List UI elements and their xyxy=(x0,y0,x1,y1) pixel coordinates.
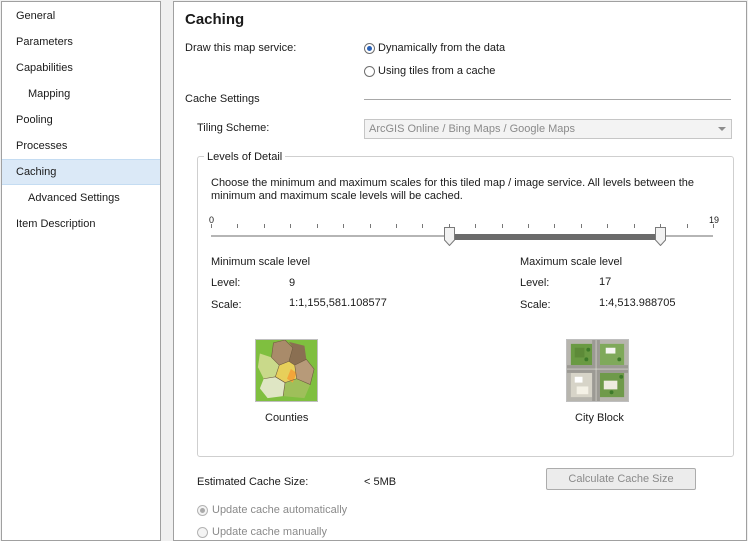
radio-dynamic-label[interactable]: Dynamically from the data xyxy=(378,42,505,54)
max-level-value: 17 xyxy=(599,276,612,288)
sidebar-item-processes[interactable]: Processes xyxy=(2,133,160,159)
radio-update-manually[interactable] xyxy=(197,527,208,538)
cache-size-label: Estimated Cache Size: xyxy=(197,476,309,488)
tiling-scheme-select[interactable]: ArcGIS Online / Bing Maps / Google Maps xyxy=(364,119,732,139)
page-title: Caching xyxy=(185,11,245,28)
slider-tick xyxy=(422,224,423,228)
radio-tiles-label[interactable]: Using tiles from a cache xyxy=(378,65,495,77)
radio-update-automatically-label[interactable]: Update cache automatically xyxy=(212,504,347,516)
sidebar-item-advanced-settings[interactable]: Advanced Settings xyxy=(2,185,160,211)
sidebar-item-capabilities[interactable]: Capabilities xyxy=(2,55,160,81)
min-level-label: Level: xyxy=(211,277,241,289)
sidebar-item-mapping[interactable]: Mapping xyxy=(2,81,160,107)
sidebar-nav: General Parameters Capabilities Mapping … xyxy=(1,1,161,541)
radio-update-automatically[interactable] xyxy=(197,505,208,516)
sidebar-item-caching[interactable]: Caching xyxy=(2,159,160,185)
slider-tick xyxy=(343,224,344,228)
slider-tick xyxy=(290,224,291,228)
sidebar-item-parameters[interactable]: Parameters xyxy=(2,29,160,55)
draw-service-label: Draw this map service: xyxy=(185,42,297,54)
min-scale-label: Scale: xyxy=(211,299,242,311)
levels-of-detail-title: Levels of Detail xyxy=(204,151,286,163)
max-level-label: Level: xyxy=(520,277,550,289)
max-level-thumb[interactable] xyxy=(655,227,666,246)
lod-description: Choose the minimum and maximum scales fo… xyxy=(211,177,694,202)
min-level-thumb[interactable] xyxy=(444,227,455,246)
slider-tick xyxy=(396,224,397,228)
city-block-map-preview xyxy=(566,339,629,402)
min-scale-heading: Minimum scale level xyxy=(211,256,311,268)
max-scale-label: Scale: xyxy=(520,299,551,311)
slider-tick xyxy=(211,224,212,228)
slider-tick xyxy=(237,224,238,228)
cache-size-value: < 5MB xyxy=(364,476,397,488)
city-block-caption: City Block xyxy=(575,412,624,424)
radio-dynamic[interactable] xyxy=(364,43,375,54)
divider xyxy=(364,99,731,100)
sidebar-item-pooling[interactable]: Pooling xyxy=(2,107,160,133)
radio-tiles[interactable] xyxy=(364,66,375,77)
counties-map-preview xyxy=(255,339,318,402)
counties-caption: Counties xyxy=(265,412,309,424)
max-scale-heading: Maximum scale level xyxy=(520,256,623,268)
slider-tick xyxy=(687,224,688,228)
slider-max-label: 19 xyxy=(709,215,720,225)
min-level-value: 9 xyxy=(289,277,296,289)
slider-tick xyxy=(713,224,714,228)
slider-tick xyxy=(607,224,608,228)
sidebar-item-general[interactable]: General xyxy=(2,3,160,29)
tiling-scheme-label: Tiling Scheme: xyxy=(197,122,270,134)
slider-tick xyxy=(317,224,318,228)
calculate-cache-size-button[interactable]: Calculate Cache Size xyxy=(546,468,696,490)
cache-settings-heading: Cache Settings xyxy=(185,93,260,105)
sidebar-item-item-description[interactable]: Item Description xyxy=(2,211,160,237)
slider-tick xyxy=(475,224,476,228)
lod-slider-range xyxy=(449,234,660,240)
caching-panel: Caching Draw this map service: Dynamical… xyxy=(173,1,747,541)
slider-tick xyxy=(502,224,503,228)
slider-tick xyxy=(554,224,555,228)
slider-tick xyxy=(634,224,635,228)
slider-tick xyxy=(370,224,371,228)
slider-tick xyxy=(528,224,529,228)
tiling-scheme-value: ArcGIS Online / Bing Maps / Google Maps xyxy=(369,123,576,135)
slider-tick xyxy=(264,224,265,228)
max-scale-value: 1:4,513.988705 xyxy=(599,297,676,309)
min-scale-value: 1:1,155,581.108577 xyxy=(289,297,387,309)
chevron-down-icon xyxy=(718,127,726,131)
radio-update-manually-label[interactable]: Update cache manually xyxy=(212,526,327,538)
slider-tick xyxy=(581,224,582,228)
